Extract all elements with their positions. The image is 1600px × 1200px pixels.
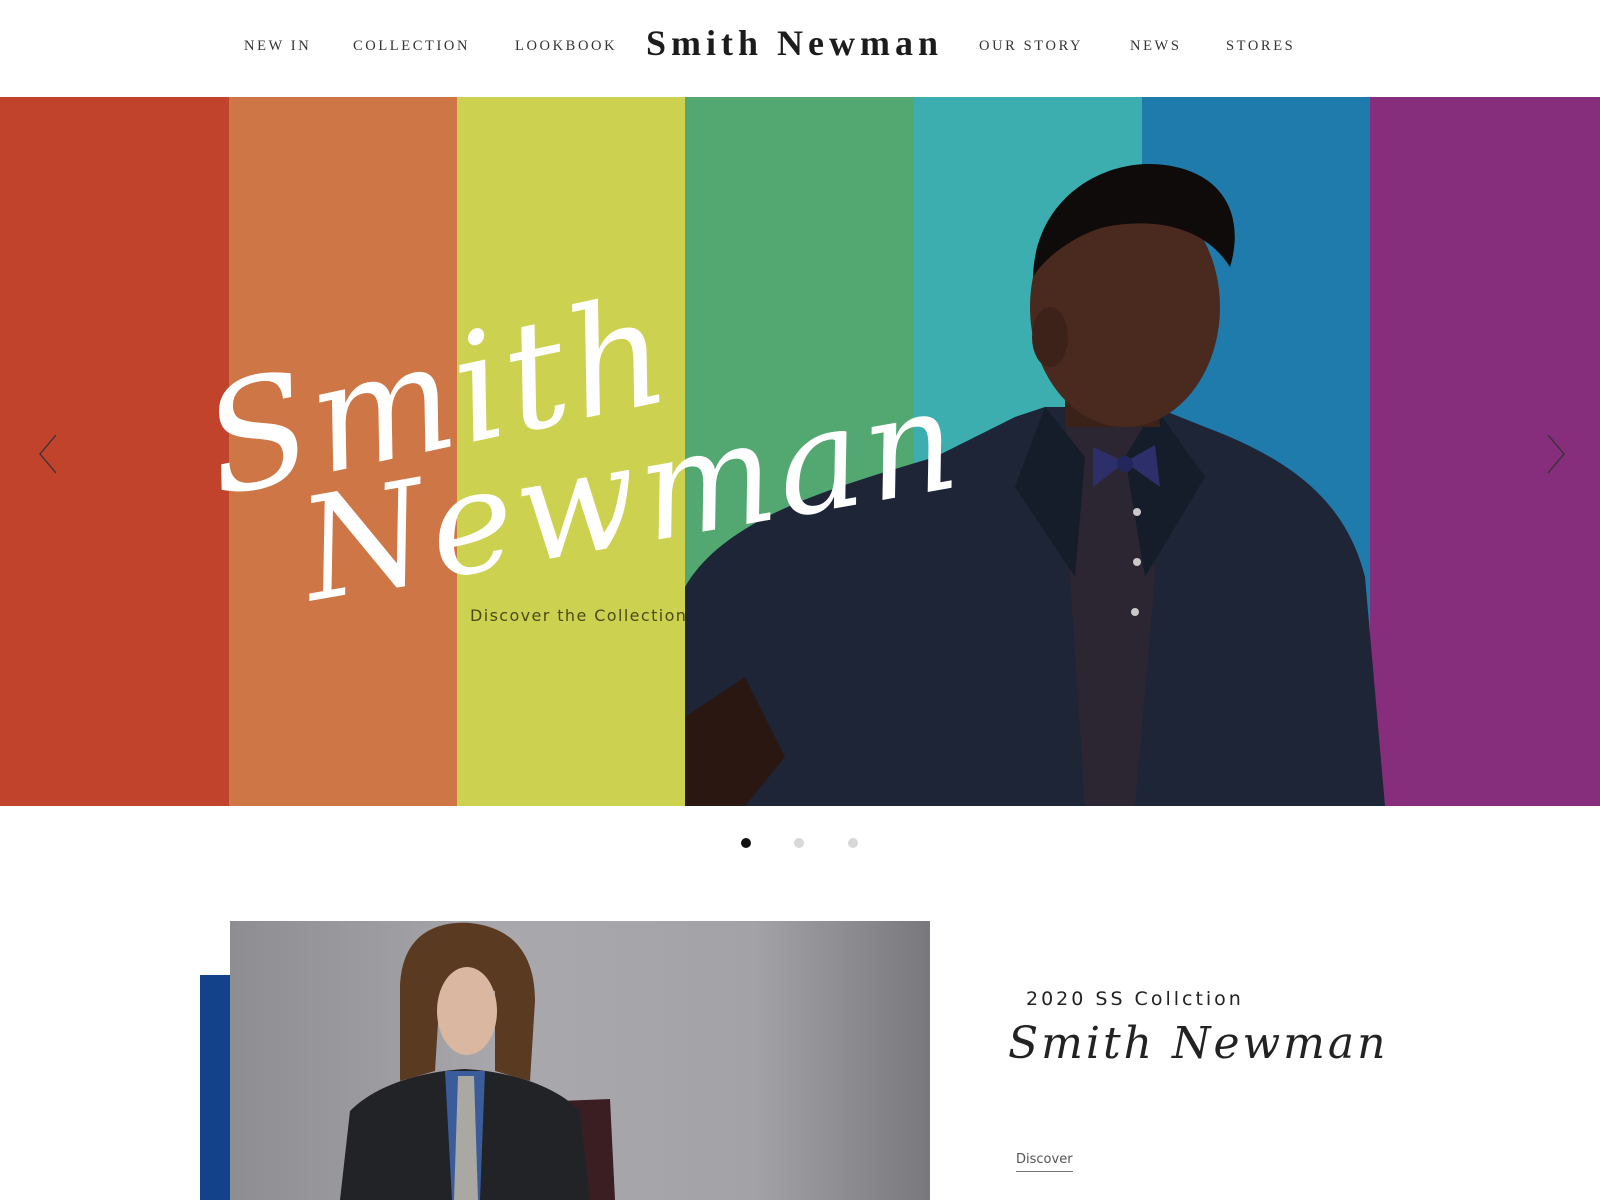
chevron-right-icon[interactable] — [1536, 429, 1576, 479]
carousel-dot-3[interactable] — [848, 838, 858, 848]
carousel-dot-2[interactable] — [794, 838, 804, 848]
site-header: NEW IN COLLECTION LOOKBOOK Smith Newman … — [0, 0, 1600, 97]
accent-block — [200, 975, 232, 1200]
feature-model-photo — [230, 921, 930, 1200]
brand-logo[interactable]: Smith Newman — [646, 22, 943, 64]
feature-title: Smith Newman — [1008, 1018, 1389, 1069]
nav-our-story[interactable]: OUR STORY — [979, 38, 1083, 55]
carousel-dot-1[interactable] — [741, 838, 751, 848]
feature-discover-link[interactable]: Discover — [1016, 1152, 1073, 1172]
nav-collection[interactable]: COLLECTION — [353, 38, 470, 55]
discover-collection-link[interactable]: Discover the Collection — [470, 606, 687, 625]
nav-lookbook[interactable]: LOOKBOOK — [515, 38, 617, 55]
hero-slider: Smith Newman Discover the Collection — [0, 97, 1600, 806]
carousel-dots — [0, 836, 1600, 850]
nav-stores[interactable]: STORES — [1226, 38, 1295, 55]
feature-subtitle: 2020 SS Collction — [1026, 988, 1244, 1010]
nav-news[interactable]: NEWS — [1130, 38, 1181, 55]
nav-new-in[interactable]: NEW IN — [244, 38, 311, 55]
chevron-left-icon[interactable] — [28, 429, 68, 479]
